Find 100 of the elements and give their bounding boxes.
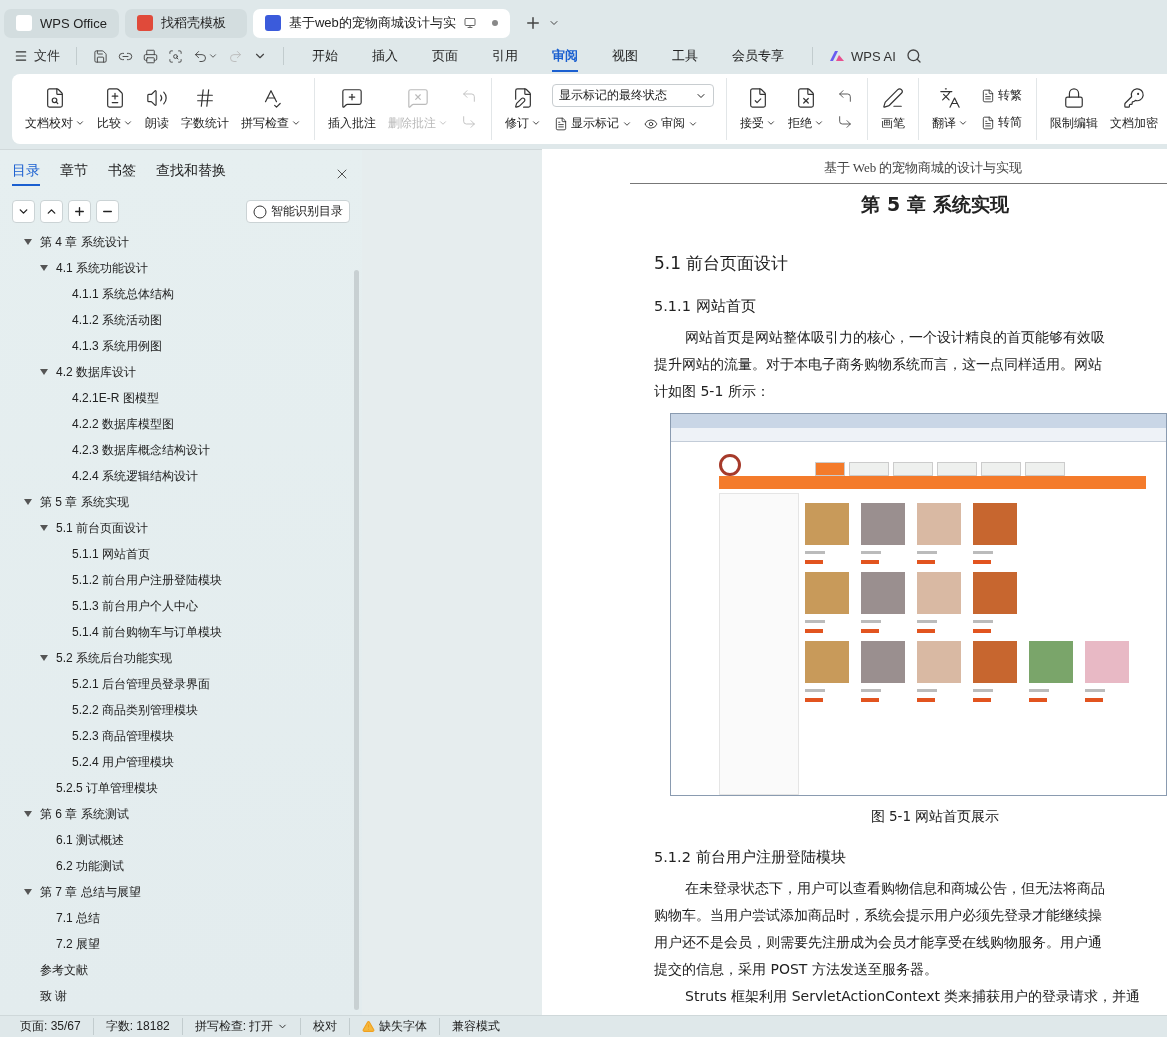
print-preview-icon[interactable] [168, 48, 183, 64]
app-tab[interactable]: 基于web的宠物商城设计与实 [252, 8, 510, 38]
toc-item[interactable]: 4.2.1E-R 图模型 [0, 385, 350, 411]
menu-tab[interactable]: 会员专享 [732, 40, 784, 72]
ribbon-button[interactable]: 限制编辑 [1045, 82, 1103, 136]
ribbon-button[interactable]: 拼写检查 [236, 82, 306, 136]
print-icon[interactable] [143, 48, 158, 64]
expand-triangle-icon[interactable] [24, 889, 32, 895]
toc-item[interactable]: 第 5 章 系统实现 [0, 489, 350, 515]
toc-item[interactable]: 4.2.3 数据库概念结构设计 [0, 437, 350, 463]
ribbon-button[interactable]: 字数统计 [176, 82, 234, 136]
toc-item[interactable]: 6.1 测试概述 [0, 827, 350, 853]
ribbon-small-button[interactable]: 转简 [979, 112, 1024, 133]
menu-tab[interactable]: 工具 [672, 40, 698, 72]
caret-icon [291, 118, 301, 128]
undo-icon[interactable] [193, 48, 218, 64]
toc-item[interactable]: 7.1 总结 [0, 905, 350, 931]
panel-tab[interactable]: 查找和替换 [156, 162, 226, 186]
panel-tab[interactable]: 目录 [12, 162, 40, 186]
toc-item[interactable]: 参考文献 [0, 957, 350, 983]
app-tab[interactable]: WPS Office [4, 8, 119, 38]
toc-item[interactable]: 5.2.5 订单管理模块 [0, 775, 350, 801]
ribbon-button[interactable]: 文档校对 [20, 82, 90, 136]
wps-ai-button[interactable]: WPS AI [829, 48, 896, 64]
ribbon-button[interactable]: 朗读 [140, 82, 174, 136]
toc-item[interactable]: 5.1.4 前台购物车与订单模块 [0, 619, 350, 645]
page-header: 基于 Web 的宠物商城的设计与实现 [823, 159, 1023, 177]
ribbon-button[interactable]: 修订 [500, 82, 546, 136]
toc-item[interactable]: 4.1.1 系统总体结构 [0, 281, 350, 307]
toc-item[interactable]: 第 6 章 系统测试 [0, 801, 350, 827]
toc-item[interactable]: 6.2 功能测试 [0, 853, 350, 879]
toc-item[interactable]: 5.1 前台页面设计 [0, 515, 350, 541]
panel-tab[interactable]: 书签 [108, 162, 136, 186]
toc-item[interactable]: 5.2.4 用户管理模块 [0, 749, 350, 775]
ribbon-button[interactable]: 比较 [92, 82, 138, 136]
toc-item[interactable]: 5.1.3 前台用户个人中心 [0, 593, 350, 619]
add-button[interactable] [68, 200, 91, 223]
status-dropdown[interactable]: 拼写检查: 打开 [182, 1018, 302, 1035]
menu-tab[interactable]: 引用 [492, 40, 518, 72]
ribbon-button[interactable]: 拒绝 [783, 82, 829, 136]
ribbon-icon [44, 86, 66, 109]
expand-triangle-icon[interactable] [40, 369, 48, 375]
expand-triangle-icon[interactable] [40, 265, 48, 271]
paragraph-line: 网站首页是网站整体吸引力的核心，一个设计精良的首页能够有效吸 [684, 328, 1106, 347]
toc-item[interactable]: 5.2 系统后台功能实现 [0, 645, 350, 671]
file-menu[interactable]: 文件 [14, 47, 60, 65]
ribbon-button[interactable]: 画笔 [876, 82, 910, 136]
status-warning[interactable]: 缺失字体 [350, 1018, 441, 1035]
toc-item[interactable]: 4.2.2 数据库模型图 [0, 411, 350, 437]
toc-item[interactable]: 4.2.4 系统逻辑结构设计 [0, 463, 350, 489]
expand-triangle-icon[interactable] [24, 499, 32, 505]
save-icon[interactable] [93, 48, 108, 64]
expand-triangle-icon[interactable] [24, 811, 32, 817]
paragraph-line: 在未登录状态下，用户可以查看购物信息和商城公告，但无法将商品 [684, 879, 1106, 898]
caret-icon [531, 118, 541, 128]
ribbon-button[interactable]: 翻译 [927, 82, 973, 136]
expand-button[interactable] [12, 200, 35, 223]
status-text: 校对 [301, 1018, 351, 1035]
toc-item[interactable]: 7.2 展望 [0, 931, 350, 957]
section-title: 5.1 前台页面设计 [654, 252, 790, 275]
caret-icon [438, 118, 448, 128]
panel-tab[interactable]: 章节 [60, 162, 88, 186]
paragraph-line: 计如图 5-1 所示： [654, 382, 771, 401]
toc-item[interactable]: 4.1 系统功能设计 [0, 255, 350, 281]
ribbon-button[interactable]: 插入批注 [323, 82, 381, 136]
toc-item[interactable]: 5.1.2 前台用户注册登陆模块 [0, 567, 350, 593]
toc-item[interactable]: 4.1.3 系统用例图 [0, 333, 350, 359]
subsection-title: 5.1.1 网站首页 [654, 297, 757, 316]
menu-tab[interactable]: 视图 [612, 40, 638, 72]
toc-item[interactable]: 5.2.3 商品管理模块 [0, 723, 350, 749]
scrollbar[interactable] [354, 270, 359, 1010]
app-tab[interactable]: 找稻壳模板 [124, 8, 247, 38]
toc-item[interactable]: 5.2.1 后台管理员登录界面 [0, 671, 350, 697]
collapse-button[interactable] [40, 200, 63, 223]
toc-item[interactable]: 4.2 数据库设计 [0, 359, 350, 385]
ribbon-small-button[interactable]: 显示标记 [552, 113, 634, 134]
ribbon-button[interactable]: 接受 [735, 82, 781, 136]
toc-item[interactable]: 5.2.2 商品类别管理模块 [0, 697, 350, 723]
toc-item[interactable]: 5.1.1 网站首页 [0, 541, 350, 567]
toc-item[interactable]: 致 谢 [0, 983, 350, 1009]
toc-item[interactable]: 4.1.2 系统活动图 [0, 307, 350, 333]
expand-triangle-icon[interactable] [40, 525, 48, 531]
menu-tab[interactable]: 审阅 [552, 40, 578, 72]
ribbon-small-button[interactable]: 审阅 [642, 113, 700, 134]
subsection-title: 5.1.2 前台用户注册登陆模块 [654, 848, 847, 867]
expand-triangle-icon[interactable] [40, 655, 48, 661]
menu-tab[interactable]: 页面 [432, 40, 458, 72]
menu-tab[interactable]: 开始 [312, 40, 338, 72]
ribbon-small-button[interactable]: 转繁 [979, 85, 1024, 106]
toc-item[interactable]: 第 7 章 总结与展望 [0, 879, 350, 905]
smart-toc-button[interactable]: 智能识别目录 [246, 200, 350, 223]
markup-select[interactable]: 显示标记的最终状态 [552, 84, 714, 107]
ribbon-icon [512, 86, 534, 109]
menu-tab[interactable]: 插入 [372, 40, 398, 72]
toc-item[interactable]: 第 4 章 系统设计 [0, 229, 350, 255]
search-icon[interactable] [905, 48, 922, 64]
ribbon-icon [104, 86, 126, 109]
expand-triangle-icon[interactable] [24, 239, 32, 245]
ribbon-button[interactable]: 文档加密 [1105, 82, 1163, 136]
caret-icon [958, 118, 968, 128]
